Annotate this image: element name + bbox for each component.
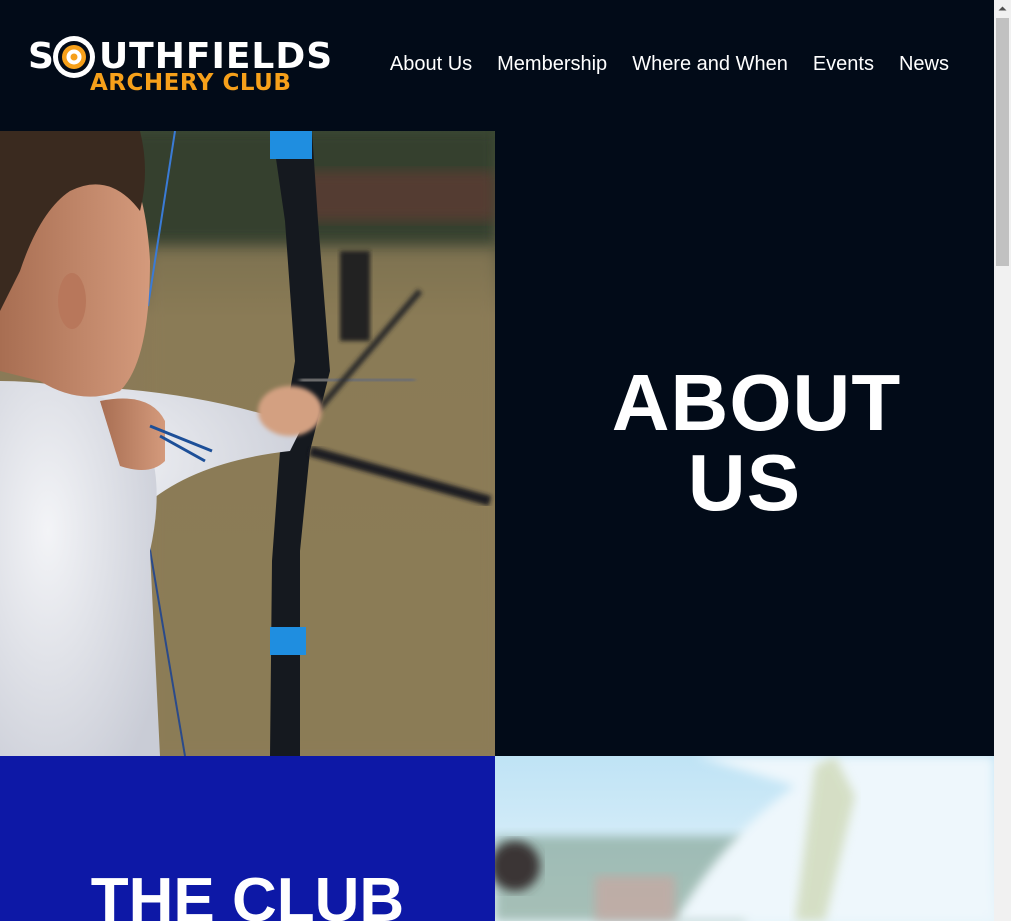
nav-membership[interactable]: Membership [497, 52, 607, 76]
nav-where-and-when[interactable]: Where and When [632, 52, 788, 76]
the-club-section: THE CLUB [0, 756, 495, 921]
about-us-title: ABOUT US [611, 358, 902, 527]
scrollbar-thumb[interactable] [996, 18, 1009, 266]
nav-news[interactable]: News [899, 52, 949, 76]
site-logo[interactable]: S UTHFIELDS ARCHERY CLUB [28, 33, 332, 97]
page: S UTHFIELDS ARCHERY CLUB About Us Members… [0, 0, 994, 921]
hero-archer-image [0, 131, 495, 756]
archery-range-image [495, 756, 994, 921]
page-scrollbar[interactable] [994, 0, 1011, 921]
scroll-up-arrow-icon[interactable] [994, 0, 1011, 17]
logo-wordmark-bottom: ARCHERY CLUB [90, 70, 292, 96]
nav-events[interactable]: Events [813, 52, 874, 76]
nav-about-us[interactable]: About Us [390, 52, 472, 76]
the-club-title: THE CLUB [90, 866, 405, 921]
main-nav: About Us Membership Where and When Event… [365, 52, 949, 76]
about-us-hero: ABOUT US [495, 131, 994, 756]
site-header: S UTHFIELDS ARCHERY CLUB About Us Members… [0, 0, 994, 131]
